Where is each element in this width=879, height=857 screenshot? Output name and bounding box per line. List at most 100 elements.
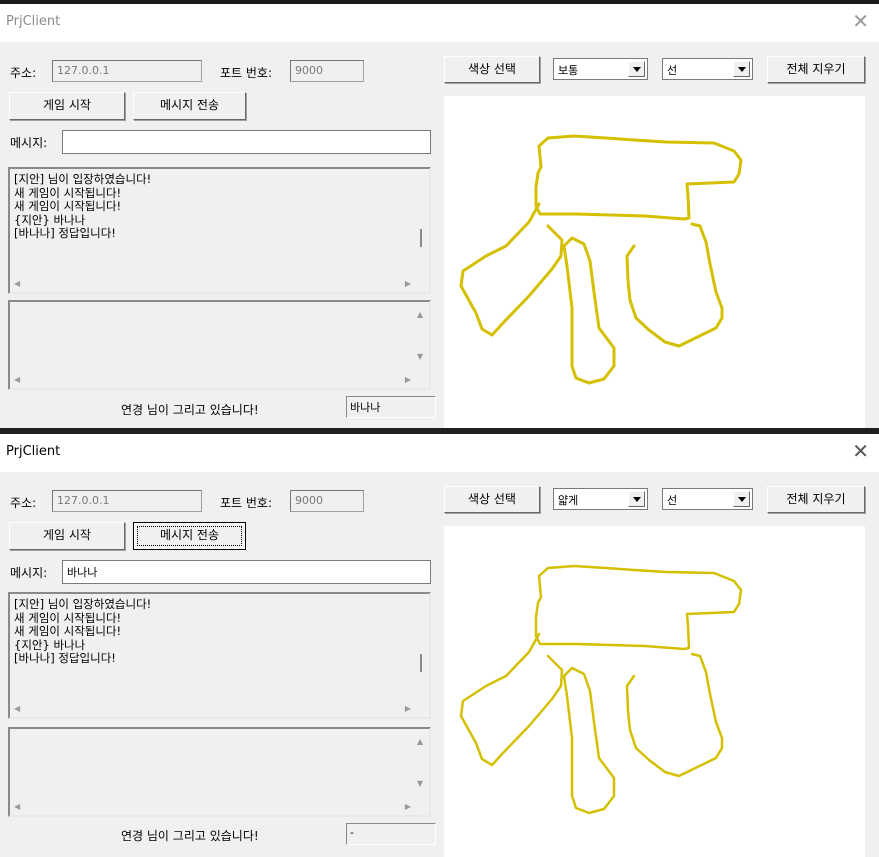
- send-message-button[interactable]: 메시지 전송: [133, 522, 246, 550]
- drawer-status: 연경 님이 그리고 있습니다!: [121, 403, 259, 417]
- thickness-select[interactable]: 보통: [553, 58, 648, 80]
- secondary-hscroll[interactable]: ◀ ▶: [10, 799, 429, 815]
- scroll-thumb[interactable]: [420, 229, 422, 247]
- secondary-log[interactable]: ▲ ▼ ◀ ▶: [8, 727, 431, 817]
- drawn-stroke: [534, 564, 743, 651]
- answer-display: 바나나: [346, 396, 436, 418]
- scroll-left-icon[interactable]: ◀: [14, 375, 20, 384]
- drawn-stroke: [562, 236, 616, 385]
- secondary-vscroll[interactable]: ▲ ▼: [413, 302, 429, 372]
- drawn-stroke: [534, 134, 743, 221]
- chat-line: {지안} 바나나: [14, 637, 86, 652]
- chat-line: [바나나] 정답입니다!: [14, 226, 116, 240]
- send-message-label: 메시지 전송: [159, 528, 219, 542]
- chevron-down-icon[interactable]: [733, 61, 750, 77]
- address-field[interactable]: 127.0.0.1: [52, 60, 202, 82]
- clear-all-button[interactable]: 전체 지우기: [767, 56, 865, 83]
- thickness-value: 보통: [558, 64, 579, 77]
- address-value: 127.0.0.1: [57, 494, 110, 507]
- secondary-hscroll[interactable]: ◀ ▶: [10, 372, 429, 388]
- answer-display: -: [346, 823, 436, 845]
- chat-line: [바나나] 정답입니다!: [14, 651, 116, 665]
- client-window-1: PrjClient ✕ 주소: 127.0.0.1 포트 번호: 9000 색상…: [0, 0, 879, 428]
- chat-lines: [지안] 님이 입장하였습니다! 새 게임이 시작됩니다! 새 게임이 시작됩니다!…: [14, 597, 152, 666]
- chat-line: 새 게임이 시작됩니다!: [14, 185, 122, 200]
- shape-value: 선: [667, 494, 678, 507]
- close-icon[interactable]: ✕: [852, 439, 869, 463]
- chat-lines: [지안] 님이 입장하였습니다! 새 게임이 시작됩니다! 새 게임이 시작됩니다!…: [14, 172, 152, 241]
- clear-all-button[interactable]: 전체 지우기: [767, 486, 865, 513]
- send-message-button[interactable]: 메시지 전송: [133, 92, 246, 120]
- chevron-down-icon[interactable]: [628, 61, 645, 77]
- title-bar[interactable]: PrjClient ✕: [0, 4, 879, 42]
- title-bar[interactable]: PrjClient ✕: [0, 434, 879, 472]
- scroll-right-icon[interactable]: ▶: [405, 704, 411, 713]
- message-input[interactable]: [62, 130, 431, 154]
- port-field[interactable]: 9000: [290, 60, 364, 82]
- scroll-left-icon[interactable]: ◀: [14, 704, 20, 713]
- thickness-value: 얇게: [558, 494, 579, 507]
- port-label: 포트 번호:: [220, 496, 273, 510]
- chat-log[interactable]: [지안] 님이 입장하였습니다! 새 게임이 시작됩니다! 새 게임이 시작됩니다!…: [8, 592, 431, 719]
- scroll-right-icon[interactable]: ▶: [405, 375, 411, 384]
- drawn-stroke: [625, 222, 724, 348]
- drawn-stroke: [459, 632, 564, 767]
- client-window-2: PrjClient ✕ 주소: 127.0.0.1 포트 번호: 9000 색상…: [0, 434, 879, 857]
- start-game-button[interactable]: 게임 시작: [9, 522, 125, 550]
- message-input[interactable]: 바나나: [62, 560, 431, 584]
- close-icon[interactable]: ✕: [852, 9, 869, 33]
- chat-line: [지안] 님이 입장하였습니다!: [14, 597, 152, 611]
- scroll-right-icon[interactable]: ▶: [405, 802, 411, 811]
- chat-line: 새 게임이 시작됩니다!: [14, 624, 122, 638]
- address-field[interactable]: 127.0.0.1: [52, 490, 202, 512]
- drawing-canvas[interactable]: [444, 96, 865, 428]
- scroll-left-icon[interactable]: ◀: [14, 279, 20, 288]
- window-title: PrjClient: [6, 444, 61, 459]
- chat-line: [지안] 님이 입장하였습니다!: [14, 172, 152, 186]
- message-label: 메시지:: [10, 566, 48, 580]
- chat-line: {지안} 바나나: [14, 212, 86, 227]
- scroll-down-icon[interactable]: ▼: [417, 352, 423, 361]
- port-value: 9000: [295, 64, 323, 77]
- chevron-down-icon[interactable]: [733, 491, 750, 507]
- scroll-up-icon[interactable]: ▲: [417, 310, 423, 319]
- port-value: 9000: [295, 494, 323, 507]
- drawn-stroke: [459, 202, 564, 337]
- thickness-select[interactable]: 얇게: [553, 488, 648, 510]
- message-value: 바나나: [67, 566, 98, 579]
- drawer-status: 연경 님이 그리고 있습니다!: [121, 829, 259, 843]
- chat-hscroll[interactable]: ◀ ▶: [10, 701, 429, 717]
- chat-hscroll[interactable]: ◀ ▶: [10, 276, 429, 292]
- secondary-log[interactable]: ▲ ▼ ◀ ▶: [8, 300, 431, 390]
- chevron-down-icon[interactable]: [628, 491, 645, 507]
- scroll-thumb[interactable]: [420, 654, 422, 672]
- shape-select[interactable]: 선: [662, 488, 753, 510]
- scroll-up-icon[interactable]: ▲: [417, 737, 423, 746]
- answer-value: 바나나: [350, 401, 381, 414]
- message-label: 메시지:: [10, 136, 48, 150]
- drawing-svg: [459, 134, 743, 385]
- drawn-stroke: [625, 652, 724, 778]
- drawing-canvas[interactable]: [444, 526, 865, 857]
- scroll-down-icon[interactable]: ▼: [417, 779, 423, 788]
- color-select-button[interactable]: 색상 선택: [444, 486, 540, 513]
- drawing-svg: [459, 564, 743, 815]
- address-label: 주소:: [10, 496, 37, 510]
- color-select-button[interactable]: 색상 선택: [444, 56, 540, 83]
- chat-vscroll[interactable]: [413, 169, 429, 275]
- start-game-button[interactable]: 게임 시작: [9, 92, 125, 120]
- scroll-left-icon[interactable]: ◀: [14, 802, 20, 811]
- port-label: 포트 번호:: [220, 66, 273, 80]
- drawn-stroke: [562, 666, 616, 815]
- chat-vscroll[interactable]: [413, 594, 429, 700]
- address-value: 127.0.0.1: [57, 64, 110, 77]
- shape-value: 선: [667, 64, 678, 77]
- port-field[interactable]: 9000: [290, 490, 364, 512]
- shape-select[interactable]: 선: [662, 58, 753, 80]
- answer-value: -: [350, 826, 354, 839]
- secondary-vscroll[interactable]: ▲ ▼: [413, 729, 429, 799]
- window-title: PrjClient: [6, 14, 61, 29]
- chat-log[interactable]: [지안] 님이 입장하였습니다! 새 게임이 시작됩니다! 새 게임이 시작됩니다!…: [8, 167, 431, 294]
- chat-line: 새 게임이 시작됩니다!: [14, 610, 122, 625]
- scroll-right-icon[interactable]: ▶: [405, 279, 411, 288]
